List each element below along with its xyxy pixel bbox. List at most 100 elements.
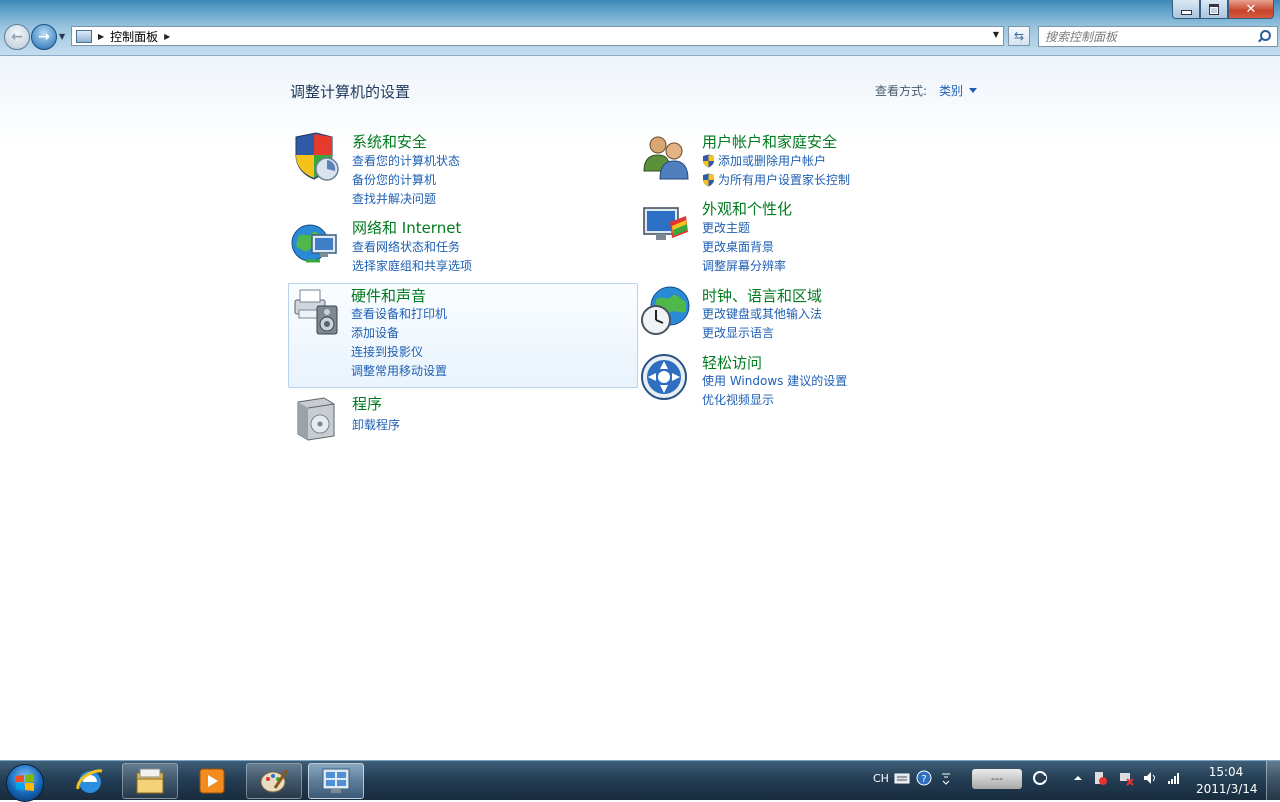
start-button[interactable]	[6, 764, 44, 802]
shield-icon[interactable]	[290, 131, 342, 183]
category-ease-of-access: 轻松访问 使用 Windows 建议的设置 优化视频显示	[640, 351, 990, 411]
chevron-down-icon: ▼	[59, 32, 66, 41]
control-panel-icon	[322, 768, 350, 793]
search-box[interactable]	[1038, 26, 1278, 47]
page-title: 调整计算机的设置	[290, 83, 411, 101]
link-windows-recommended-settings[interactable]: 使用 Windows 建议的设置	[702, 371, 847, 390]
category-title[interactable]: 外观和个性化	[702, 198, 792, 219]
category-clock-language-region: 时钟、语言和区域 更改键盘或其他输入法 更改显示语言	[640, 284, 990, 344]
link-backup-computer[interactable]: 备份您的计算机	[352, 170, 460, 189]
breadcrumb-arrow-icon[interactable]: ▶	[164, 32, 170, 41]
link-view-computer-status[interactable]: 查看您的计算机状态	[352, 151, 460, 170]
clock-date: 2011/3/14	[1196, 782, 1258, 796]
address-bar[interactable]: ▶ 控制面板 ▶ ▼	[71, 26, 1004, 46]
uac-shield-icon	[703, 173, 714, 186]
category-programs: 程序 卸载程序	[290, 392, 640, 441]
view-by-control: 查看方式: 类别	[875, 82, 978, 99]
category-title[interactable]: 用户帐户和家庭安全	[702, 131, 837, 152]
category-title[interactable]: 程序	[352, 393, 382, 414]
category-title[interactable]: 网络和 Internet	[352, 217, 461, 238]
control-panel-small-icon	[76, 29, 92, 43]
system-clock[interactable]: 15:04 2011/3/14	[1196, 764, 1258, 798]
link-change-display-language[interactable]: 更改显示语言	[702, 323, 822, 342]
refresh-button[interactable]: ⇆	[1008, 26, 1030, 46]
show-desktop-button[interactable]	[1266, 761, 1280, 800]
maximize-button[interactable]	[1200, 0, 1228, 19]
view-by-dropdown[interactable]: 类别	[939, 82, 978, 99]
svg-text:?: ?	[921, 774, 926, 785]
link-homegroup-sharing[interactable]: 选择家庭组和共享选项	[352, 256, 472, 275]
taskbar-file-explorer[interactable]	[122, 763, 178, 799]
language-indicator[interactable]: CH	[873, 772, 889, 785]
category-title[interactable]: 硬件和声音	[351, 285, 426, 306]
back-button[interactable]: ←	[4, 24, 30, 50]
restore-icon	[1209, 3, 1219, 15]
programs-box-icon[interactable]	[290, 392, 342, 444]
category-title[interactable]: 系统和安全	[352, 131, 427, 152]
category-user-accounts: 用户帐户和家庭安全 添加或删除用户帐户 为所有用户设置家长控制	[640, 131, 990, 191]
taskbar-control-panel[interactable]	[308, 763, 364, 799]
network-disconnected-icon[interactable]	[1118, 770, 1134, 786]
forward-button[interactable]: →	[31, 24, 57, 50]
signal-strength-icon[interactable]	[1166, 770, 1182, 786]
network-globe-icon[interactable]	[290, 217, 342, 269]
action-center-icon[interactable]	[1092, 770, 1108, 786]
media-player-icon	[199, 768, 225, 794]
breadcrumb-control-panel[interactable]: 控制面板	[110, 28, 158, 45]
taskbar-internet-explorer[interactable]	[62, 763, 118, 799]
link-change-theme[interactable]: 更改主题	[702, 218, 786, 237]
category-network-internet: 网络和 Internet 查看网络状态和任务 选择家庭组和共享选项	[290, 217, 640, 277]
link-optimize-visual-display[interactable]: 优化视频显示	[702, 390, 847, 409]
users-icon[interactable]	[640, 131, 692, 183]
clock-globe-icon[interactable]	[640, 284, 692, 336]
internet-explorer-icon	[76, 769, 103, 793]
keyboard-icon[interactable]	[894, 770, 910, 786]
taskbar	[0, 760, 1280, 802]
link-text[interactable]: 为所有用户设置家长控制	[718, 171, 850, 188]
uac-shield-icon	[703, 154, 714, 167]
minimize-icon	[1180, 9, 1192, 15]
search-input[interactable]	[1039, 28, 1257, 45]
link-text[interactable]: 添加或删除用户帐户	[718, 152, 826, 169]
network-status-pill[interactable]: ---	[972, 769, 1022, 789]
recent-pages-dropdown[interactable]: ▼	[59, 32, 65, 41]
refresh-icon: ⇆	[1013, 29, 1025, 43]
caption-buttons: ✕	[1172, 0, 1274, 19]
printer-speaker-icon[interactable]	[291, 286, 343, 338]
link-uninstall-program[interactable]: 卸载程序	[352, 415, 400, 434]
link-screen-resolution[interactable]: 调整屏幕分辨率	[702, 256, 786, 275]
link-change-desktop-background[interactable]: 更改桌面背景	[702, 237, 786, 256]
view-by-value[interactable]: 类别	[939, 82, 963, 99]
breadcrumb-arrow-icon[interactable]: ▶	[98, 32, 104, 41]
close-button[interactable]: ✕	[1228, 0, 1274, 19]
monitor-paint-icon[interactable]	[640, 198, 692, 250]
taskbar-paint[interactable]	[246, 763, 302, 799]
help-icon[interactable]: ?	[916, 770, 932, 786]
view-by-label: 查看方式:	[875, 84, 928, 98]
ease-of-access-icon[interactable]	[640, 351, 692, 403]
close-icon: ✕	[1245, 1, 1257, 17]
link-mobility-settings[interactable]: 调整常用移动设置	[351, 361, 447, 380]
category-title[interactable]: 轻松访问	[702, 352, 762, 373]
windows-logo-icon	[16, 774, 34, 791]
link-change-keyboard-input[interactable]: 更改键盘或其他输入法	[702, 304, 822, 323]
link-view-network-status[interactable]: 查看网络状态和任务	[352, 237, 472, 256]
sync-icon[interactable]	[1032, 770, 1048, 786]
show-hidden-icons-icon[interactable]	[1070, 770, 1086, 786]
file-explorer-icon	[136, 768, 164, 794]
taskbar-media-player[interactable]	[184, 763, 240, 799]
category-appearance: 外观和个性化 更改主题 更改桌面背景 调整屏幕分辨率	[640, 198, 990, 278]
address-dropdown-icon[interactable]: ▼	[993, 30, 999, 39]
link-devices-printers[interactable]: 查看设备和打印机	[351, 304, 447, 323]
minimize-button[interactable]	[1172, 0, 1200, 19]
link-parental-controls[interactable]: 为所有用户设置家长控制	[702, 170, 850, 189]
link-add-remove-accounts[interactable]: 添加或删除用户帐户	[702, 151, 850, 170]
language-bar-options-icon[interactable]	[938, 770, 954, 786]
link-find-fix-problems[interactable]: 查找并解决问题	[352, 189, 460, 208]
chevron-down-icon	[969, 88, 978, 93]
volume-icon[interactable]	[1142, 770, 1158, 786]
search-icon[interactable]	[1257, 29, 1273, 45]
link-add-device[interactable]: 添加设备	[351, 323, 447, 342]
category-title[interactable]: 时钟、语言和区域	[702, 285, 822, 306]
link-connect-projector[interactable]: 连接到投影仪	[351, 342, 447, 361]
